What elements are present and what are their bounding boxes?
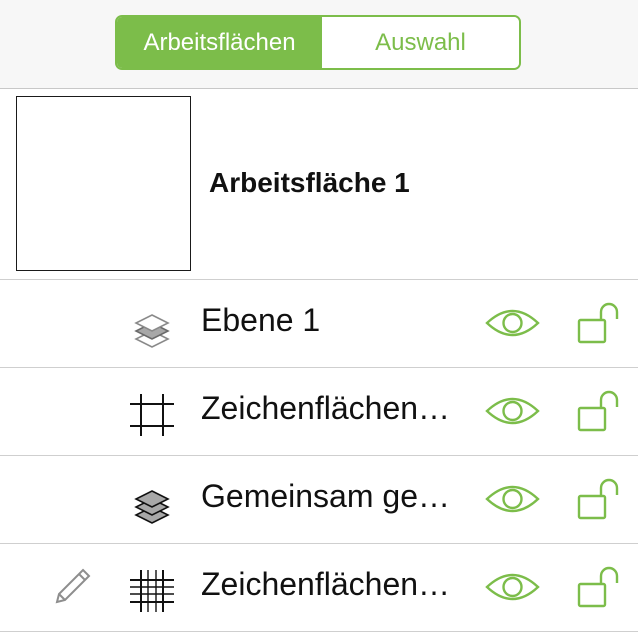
artboard-row[interactable]: Arbeitsfläche 1 xyxy=(0,89,638,280)
layer-name: Zeichenflächen… xyxy=(201,390,451,426)
layer-name: Zeichenflächen… xyxy=(201,566,451,602)
eye-icon[interactable] xyxy=(485,566,540,608)
layer-stack-icon xyxy=(134,314,170,348)
segment-artboards[interactable]: Arbeitsflächen xyxy=(117,17,322,68)
canvas-crop-marks-icon xyxy=(130,394,174,436)
eye-icon[interactable] xyxy=(485,390,540,432)
top-toolbar: Arbeitsflächen Auswahl xyxy=(0,0,638,89)
pencil-icon[interactable] xyxy=(53,566,93,606)
layer-name: Gemeinsam ge… xyxy=(201,478,450,514)
unlocked-padlock-icon[interactable] xyxy=(574,472,622,522)
unlocked-padlock-icon[interactable] xyxy=(574,296,622,346)
unlocked-padlock-icon[interactable] xyxy=(574,560,622,610)
layer-row[interactable]: Gemeinsam ge… xyxy=(0,456,638,544)
artboard-thumbnail xyxy=(16,96,191,271)
artboard-title: Arbeitsfläche 1 xyxy=(209,167,410,198)
layer-row[interactable]: Zeichenflächen… xyxy=(0,368,638,456)
segment-selection[interactable]: Auswahl xyxy=(322,17,519,68)
view-segmented-control: Arbeitsflächen Auswahl xyxy=(115,15,521,70)
layer-row[interactable]: Ebene 1 xyxy=(0,280,638,368)
layer-row[interactable]: Zeichenflächen… xyxy=(0,544,638,632)
grid-canvas-icon xyxy=(130,570,174,612)
layer-name: Ebene 1 xyxy=(201,302,321,338)
eye-icon[interactable] xyxy=(485,478,540,520)
shared-layer-stack-icon xyxy=(134,490,170,524)
eye-icon[interactable] xyxy=(485,302,540,344)
unlocked-padlock-icon[interactable] xyxy=(574,384,622,434)
